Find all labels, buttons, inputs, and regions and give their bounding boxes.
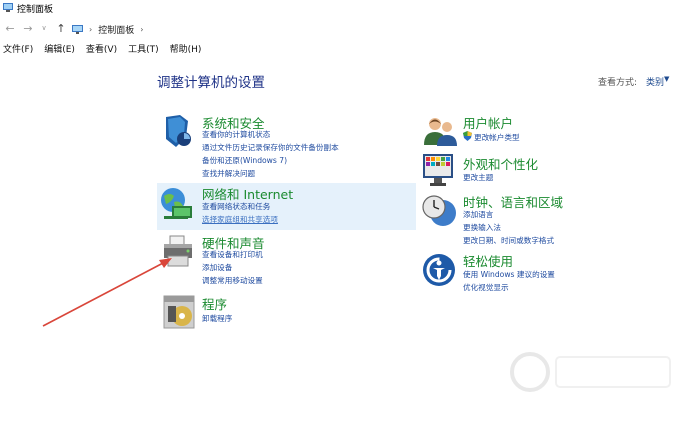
watermark-logo-icon xyxy=(510,352,671,392)
